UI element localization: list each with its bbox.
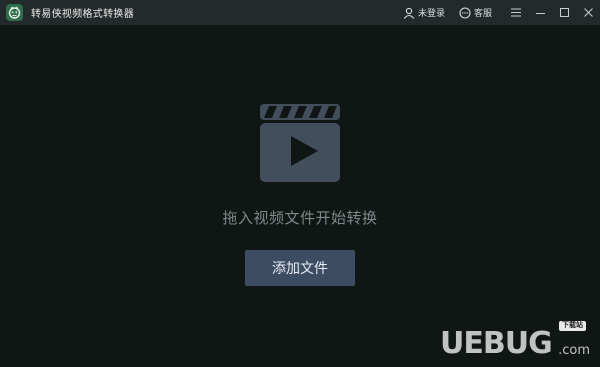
- watermark-badge: 下载站: [559, 321, 586, 331]
- login-label: 未登录: [417, 9, 445, 19]
- minimize-icon: [535, 13, 545, 14]
- user-icon: [403, 7, 415, 19]
- login-button[interactable]: 未登录: [403, 6, 445, 19]
- drop-zone[interactable]: [0, 25, 600, 367]
- service-label: 客服: [473, 9, 492, 19]
- maximize-button[interactable]: [552, 0, 576, 25]
- app-title: 转易侠视频格式转换器: [31, 9, 134, 20]
- hamburger-icon: [511, 8, 521, 17]
- chat-bubble-icon: [459, 6, 471, 19]
- video-clapper-icon: [260, 104, 340, 182]
- menu-button[interactable]: [504, 0, 528, 25]
- watermark: UEBUG .com 下载站: [440, 321, 590, 359]
- customer-service-button[interactable]: 客服: [459, 6, 492, 19]
- maximize-icon: [559, 8, 569, 17]
- title-bar: 转易侠视频格式转换器 未登录 客服: [0, 0, 600, 25]
- app-logo-icon: [6, 4, 23, 21]
- close-button[interactable]: [576, 0, 600, 25]
- close-icon: [583, 8, 593, 17]
- minimize-button[interactable]: [528, 0, 552, 25]
- watermark-text: UEBUG: [440, 326, 553, 361]
- add-file-button[interactable]: 添加文件: [245, 250, 355, 286]
- title-bar-controls: 未登录 客服: [403, 0, 600, 25]
- watermark-domain: .com: [558, 343, 590, 358]
- drop-hint-text: 拖入视频文件开始转换: [222, 209, 378, 227]
